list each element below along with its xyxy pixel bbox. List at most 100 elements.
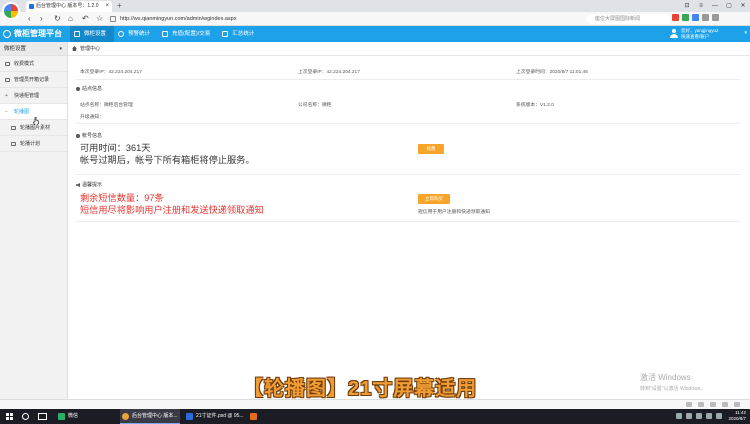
system-tray: [676, 413, 722, 419]
sidebar-item-charge-mode[interactable]: 收费模式: [0, 56, 67, 72]
search-icon[interactable]: [22, 413, 29, 420]
download-icon[interactable]: [702, 14, 709, 21]
extension-icon[interactable]: [672, 14, 679, 21]
login-info: 本次登录IP：42.224.204.217 上次登录IP：42.224.204.…: [76, 60, 740, 80]
available-time: 可用时间：361天: [80, 143, 151, 153]
topnav-label: 汇总统计: [232, 31, 255, 37]
sidebar-item-carousel-plan[interactable]: 轮播计划: [0, 136, 67, 152]
tab-close-icon[interactable]: ×: [105, 1, 109, 12]
status-icon[interactable]: [734, 402, 740, 407]
sidebar-item-admin-open-log[interactable]: 管理员开箱记录: [0, 72, 67, 88]
sidebar-item-label: 轮播计划: [20, 141, 41, 147]
expand-icon: +: [5, 93, 8, 99]
topnav-warning-stats[interactable]: 预警统计: [114, 26, 158, 42]
sidebar-item-locker-manage[interactable]: + 快递柜管理: [0, 88, 67, 104]
status-icon[interactable]: [698, 402, 704, 407]
chevron-down-icon: ▾: [59, 46, 62, 52]
watermark-line: 激活 Windows: [640, 373, 691, 382]
renew-button[interactable]: 续费: [418, 144, 444, 154]
url-text: http://wx.qianmingyun.com/admin/wgindex.…: [120, 16, 237, 22]
list-icon: [11, 126, 16, 130]
minimize-button[interactable]: —: [708, 0, 722, 12]
watermark-line: 转到"设置"以激活 Windows。: [640, 386, 706, 392]
network-icon[interactable]: [696, 413, 702, 419]
undo-button[interactable]: ↶: [82, 14, 89, 24]
illustrator-icon: [250, 413, 257, 420]
browser-logo-icon[interactable]: [2, 2, 20, 20]
search-box[interactable]: 座位大屏图国际新闻: [587, 14, 671, 24]
extension-icon[interactable]: [682, 14, 689, 21]
sidebar-item-label: 收费模式: [14, 61, 35, 67]
status-icon[interactable]: [710, 402, 716, 407]
sidebar: 微柜设置 ▾ 收费模式 管理员开箱记录 + 快递柜管理 − 轮播图 轮播图片素材…: [0, 42, 68, 407]
gear-icon: [118, 31, 125, 37]
account-title: 帐号信息: [76, 131, 102, 141]
upgrade-notice: 升级通知：: [80, 115, 104, 120]
new-tab-button[interactable]: +: [117, 0, 122, 11]
favorite-star-icon[interactable]: ☆: [96, 14, 103, 24]
topnav-label: 充值(配置)/交易: [172, 31, 211, 37]
sidebar-title: 微柜设置: [4, 46, 27, 52]
extension-icon[interactable]: [692, 14, 699, 21]
browser-tab[interactable]: 后台管理中心 版本号：1.2.0 ×: [26, 1, 112, 12]
taskbar-app-label: 后台管理中心 版本...: [132, 413, 178, 419]
windows-start-icon[interactable]: [6, 413, 13, 420]
list-icon: [11, 142, 16, 146]
card-title-text: 帐号信息: [82, 133, 103, 139]
home-button[interactable]: ⌂: [68, 14, 73, 24]
windows-taskbar: 微信 后台管理中心 版本... 21寸证件.psd @ 95... 11:42 …: [0, 409, 750, 424]
hand-cursor-icon: [33, 117, 39, 125]
warning-card: 温馨提示 剩余短信数量：97条 短信用尽将影响用户注册和发送快递领取通知 立即购…: [76, 180, 740, 222]
status-icon[interactable]: [686, 402, 692, 407]
site-info-title: 站点信息: [76, 84, 102, 94]
status-icon[interactable]: [722, 402, 728, 407]
topnav-cabinet-settings[interactable]: 微柜设置: [70, 26, 115, 42]
tab-favicon-icon: [29, 4, 34, 9]
taskbar-app-label: 微信: [68, 413, 79, 419]
brand-icon: [3, 30, 11, 38]
taskbar-app-browser[interactable]: 后台管理中心 版本...: [120, 409, 180, 424]
taskbar-app-wechat[interactable]: 微信: [56, 409, 112, 424]
ime-icon[interactable]: [716, 413, 722, 419]
topnav-label: 微柜设置: [84, 31, 107, 37]
tray-icon[interactable]: [676, 413, 682, 419]
chart-icon: [222, 31, 229, 37]
browser-tabbar: 后台管理中心 版本号：1.2.0 × + ⊡ ≡ — ▢ ✕: [0, 0, 750, 12]
taskbar-app-photoshop[interactable]: 21寸证件.psd @ 95...: [184, 409, 246, 424]
restore-icon[interactable]: ⊡: [680, 0, 694, 12]
this-login-ip: 本次登录IP：42.224.204.217: [80, 70, 142, 75]
back-button[interactable]: ‹: [28, 14, 31, 24]
task-view-icon[interactable]: [38, 413, 47, 420]
topnav-label: 预警统计: [128, 31, 151, 37]
user-quick-link[interactable]: 快速查看/账户: [681, 34, 709, 40]
monitor-icon: [74, 31, 80, 37]
maximize-button[interactable]: ▢: [722, 0, 736, 12]
speaker-icon: [76, 183, 80, 187]
taskbar-app-label: 21寸证件.psd @ 95...: [196, 413, 244, 419]
collapse-icon: −: [5, 109, 8, 115]
brand-logo[interactable]: 微柜管理平台: [0, 26, 68, 42]
sms-note: 短信用尽将影响用户注册和发送快递领取通知: [80, 205, 264, 215]
status-icons: [686, 402, 740, 407]
reload-button[interactable]: ↻: [54, 14, 61, 24]
taskbar-app-illustrator[interactable]: [248, 409, 262, 424]
close-window-button[interactable]: ✕: [736, 0, 750, 12]
card-icon: [162, 31, 169, 37]
volume-icon[interactable]: [706, 413, 712, 419]
sms-usage-note: 短信用于用户注册和快递领取通知: [418, 210, 490, 215]
settings-icon[interactable]: [712, 14, 719, 21]
topnav-summary[interactable]: 汇总统计: [218, 26, 262, 42]
windows-activation-watermark: 激活 Windows 转到"设置"以激活 Windows。: [640, 372, 705, 392]
lock-icon: [110, 16, 116, 22]
user-menu[interactable]: 您好，yangjingyu2 快速查看/账户: [670, 27, 740, 41]
address-input[interactable]: http://wx.qianmingyun.com/admin/wgindex.…: [108, 14, 548, 24]
chevron-down-icon[interactable]: ▾: [744, 30, 747, 36]
menu-icon[interactable]: ≡: [694, 0, 708, 12]
taskbar-clock[interactable]: 11:42 2020/8/7: [728, 410, 746, 422]
tray-icon[interactable]: [686, 413, 692, 419]
user-avatar-icon: [670, 29, 678, 38]
sidebar-header[interactable]: 微柜设置 ▾: [0, 42, 67, 56]
buy-now-button[interactable]: 立即购买: [418, 194, 450, 204]
forward-button[interactable]: ›: [40, 14, 43, 24]
topnav-recharge[interactable]: 充值(配置)/交易: [158, 26, 218, 42]
